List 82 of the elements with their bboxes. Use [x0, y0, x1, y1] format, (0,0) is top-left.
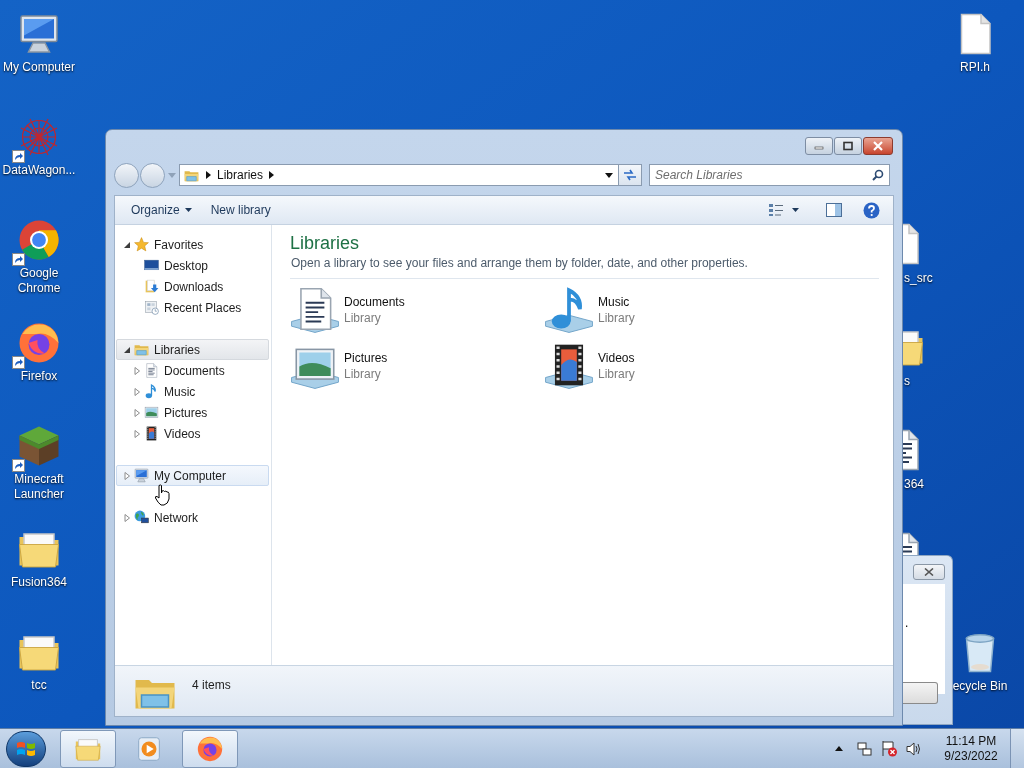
dialog-button[interactable]: [903, 682, 938, 704]
search-field[interactable]: Search Libraries: [649, 164, 890, 186]
clock-date[interactable]: 9/23/2022: [944, 748, 998, 764]
desktop-icon-label[interactable]: RPI.h: [960, 60, 990, 75]
library-item[interactable]: Videos Library: [544, 340, 798, 396]
close-button[interactable]: [913, 564, 945, 580]
status-bar: 4 items: [115, 665, 893, 716]
address-bar[interactable]: Libraries: [179, 164, 619, 186]
star-icon: [133, 236, 150, 253]
page-heading: Libraries: [290, 232, 361, 254]
expand-arrow-icon[interactable]: [133, 408, 141, 417]
help-icon: [862, 201, 880, 219]
desktop-icon-label[interactable]: My Computer: [3, 60, 75, 75]
desktop-icon-label[interactable]: ecycle Bin: [952, 679, 1008, 694]
windows-logo-icon: [16, 739, 36, 758]
dialog-text: .: [905, 615, 909, 632]
nav-tree-item[interactable]: Music: [116, 381, 269, 402]
close-button[interactable]: [863, 137, 893, 155]
search-icon[interactable]: [872, 169, 884, 181]
collapse-arrow-icon[interactable]: [123, 345, 131, 354]
breadcrumb-arrow-icon[interactable]: [206, 171, 211, 179]
speaker-icon[interactable]: [906, 740, 922, 757]
desktop-icon-label[interactable]: s: [904, 374, 910, 389]
collapse-arrow-icon[interactable]: [123, 240, 131, 249]
downloads-folder-icon: [143, 278, 160, 295]
hand-cursor-icon: [154, 484, 170, 506]
caret-icon: [184, 208, 192, 212]
breadcrumb-item[interactable]: Libraries: [217, 166, 264, 184]
desktop-icon-label[interactable]: DataWagon...: [2, 163, 76, 178]
nav-tree-item[interactable]: Favorites: [116, 234, 269, 255]
taskbar-button[interactable]: [182, 729, 238, 768]
nav-tree-item[interactable]: Videos: [116, 423, 269, 444]
desktop-icon-label[interactable]: Fusion364: [10, 575, 67, 590]
toolbar-button[interactable]: New library: [202, 198, 279, 222]
start-button[interactable]: [6, 730, 46, 767]
computer-icon: [133, 467, 150, 484]
library-item[interactable]: Documents Library: [290, 284, 544, 340]
breadcrumb-arrow-icon[interactable]: [269, 171, 275, 179]
expand-arrow-icon[interactable]: [133, 429, 141, 438]
close-icon: [924, 568, 934, 576]
picture-icon: [143, 404, 160, 421]
desktop-icon-label[interactable]: s_src: [904, 271, 933, 286]
desktop-icon-label[interactable]: Minecraft Launcher: [0, 472, 78, 502]
refresh-button[interactable]: [619, 164, 642, 186]
toolbar-button[interactable]: Organize: [123, 198, 200, 222]
dropdown-caret-icon[interactable]: [605, 172, 613, 178]
music-note-icon: [544, 284, 594, 334]
nav-tree-item[interactable]: Libraries: [116, 339, 269, 360]
network-icon[interactable]: [857, 740, 873, 757]
nav-tree-item[interactable]: My Computer: [116, 465, 269, 486]
details-view-icon: [768, 203, 784, 217]
flag-icon[interactable]: [881, 740, 898, 757]
desktop-icon-label[interactable]: tcc: [31, 678, 47, 693]
globe-icon: [133, 509, 150, 526]
desktop-icon-label[interactable]: Firefox: [20, 369, 58, 384]
page-description: Open a library to see your files and arrange them by folder, date, and other properties.: [290, 255, 749, 271]
preview-pane-icon: [826, 203, 842, 217]
show-hidden-icons-icon[interactable]: [835, 746, 843, 751]
expand-arrow-icon[interactable]: [123, 471, 131, 480]
show-desktop-button[interactable]: [1010, 728, 1024, 768]
nav-tree-item[interactable]: Documents: [116, 360, 269, 381]
library-item[interactable]: Pictures Library: [290, 340, 544, 396]
expand-arrow-icon[interactable]: [133, 366, 141, 375]
library-item[interactable]: Music Library: [544, 284, 798, 340]
close-icon: [872, 141, 884, 151]
expand-arrow-icon[interactable]: [133, 387, 141, 396]
nav-tree-item[interactable]: Desktop: [116, 255, 269, 276]
nav-tree-item[interactable]: Recent Places: [116, 297, 269, 318]
expand-arrow-icon[interactable]: [123, 513, 131, 522]
clock-time[interactable]: 11:14 PM: [945, 733, 997, 749]
nav-tree-item[interactable]: Downloads: [116, 276, 269, 297]
maximize-icon: [842, 141, 854, 151]
document-icon: [143, 362, 160, 379]
refresh-arrows-icon: [623, 169, 637, 181]
caret-icon: [792, 208, 799, 212]
recent-places-icon: [143, 299, 160, 316]
maximize-button[interactable]: [834, 137, 862, 155]
nav-tree-item[interactable]: Pictures: [116, 402, 269, 423]
desktop-icon-label[interactable]: 364: [904, 477, 925, 492]
taskbar-button[interactable]: [60, 729, 116, 768]
nav-tree-item[interactable]: Network: [116, 507, 269, 528]
desktop-icon-label[interactable]: Google Chrome: [0, 266, 78, 296]
